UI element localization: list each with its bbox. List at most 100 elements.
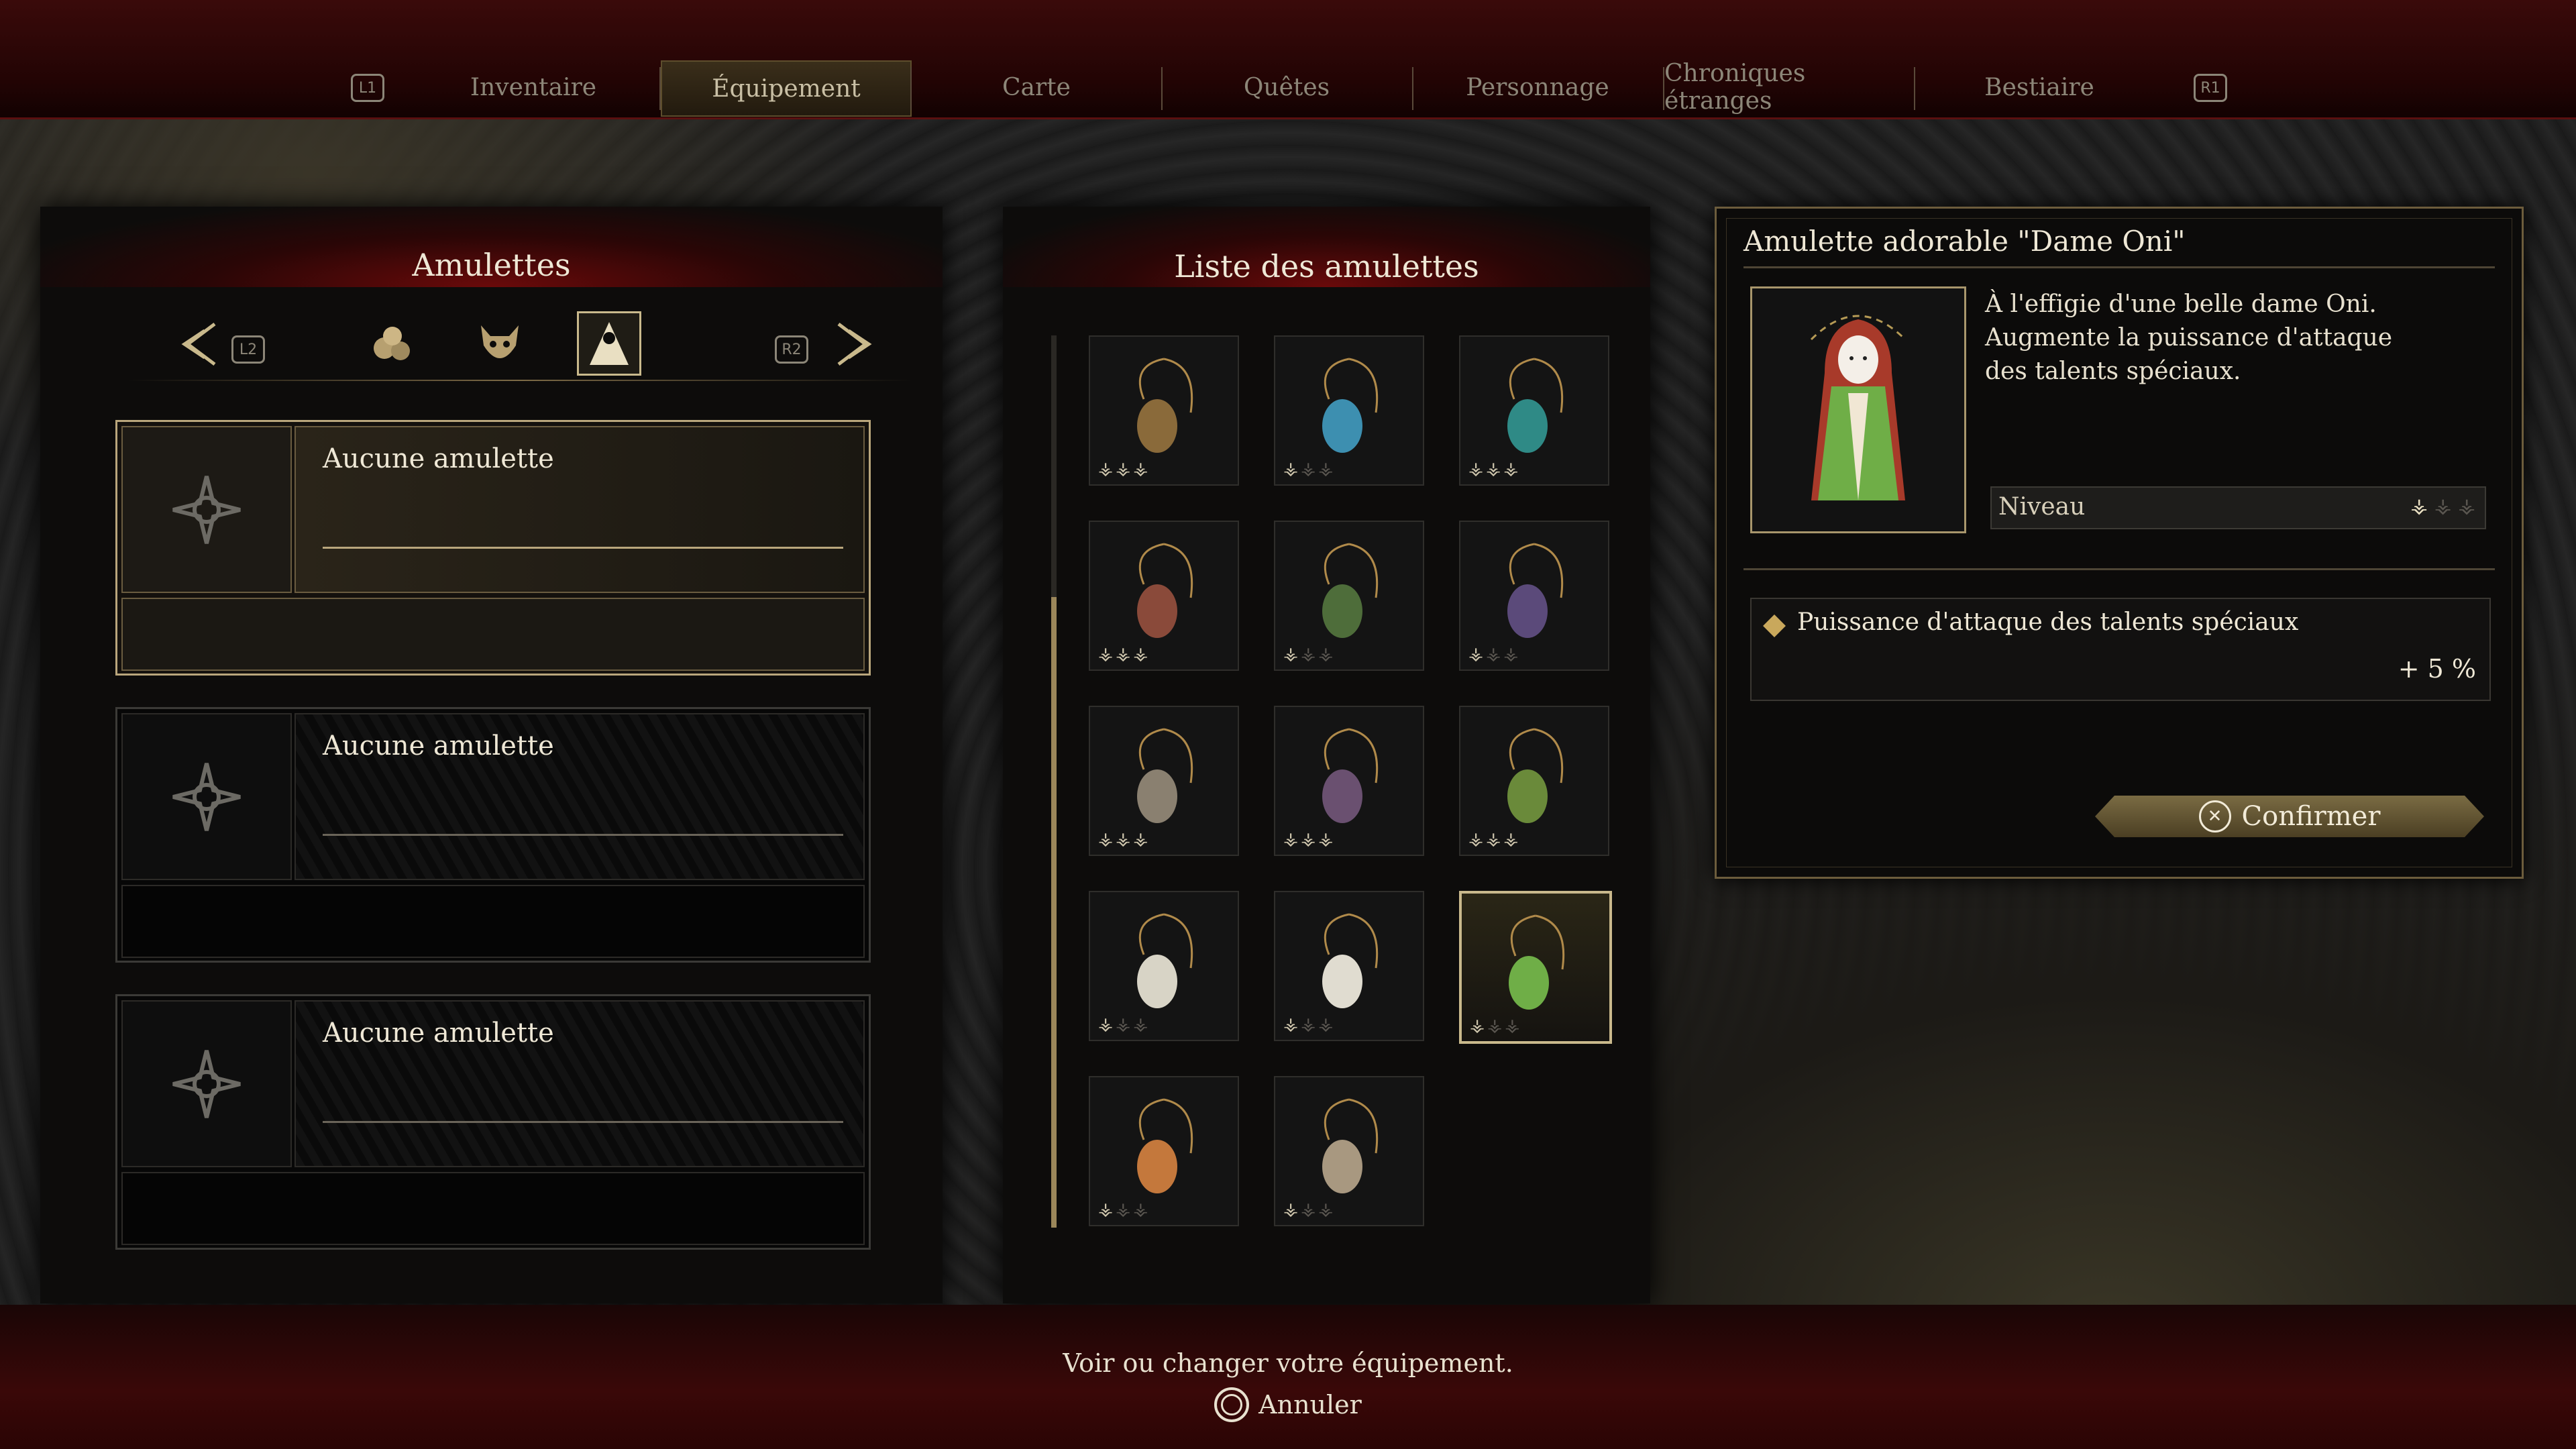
tab-quetes[interactable]: Quêtes bbox=[1163, 60, 1411, 114]
level-pip-icon: ⚶ bbox=[1486, 829, 1501, 849]
scrollbar-thumb[interactable] bbox=[1051, 597, 1057, 1228]
dame-oni-amulet-icon bbox=[1750, 286, 1966, 533]
confirm-label: Confirmer bbox=[2241, 801, 2381, 832]
level-pip-icon: ⚶ bbox=[1301, 459, 1316, 479]
stat-label: Puissance d'attaque des talents spéciaux bbox=[1797, 608, 2299, 636]
old-man-amulet-icon bbox=[1302, 1093, 1396, 1210]
amulet-item[interactable]: ⚶ ⚶ ⚶ bbox=[1089, 891, 1239, 1041]
amulet-item[interactable]: ⚶ ⚶ ⚶ bbox=[1274, 1076, 1424, 1226]
category-divider bbox=[127, 380, 912, 381]
tab-chroniques-etranges[interactable]: Chroniques étranges bbox=[1664, 60, 1913, 115]
item-level-indicator: ⚶ ⚶ ⚶ bbox=[1098, 459, 1148, 479]
left-arrow-ornament-icon[interactable] bbox=[168, 314, 228, 374]
right-arrow-ornament-icon[interactable] bbox=[825, 314, 885, 374]
amulet-item[interactable]: ⚶ ⚶ ⚶ bbox=[1274, 521, 1424, 671]
item-level-indicator: ⚶ ⚶ ⚶ bbox=[1470, 1016, 1519, 1036]
r1-button-hint[interactable]: R1 bbox=[2194, 74, 2227, 102]
blue-crystal-amulet-icon bbox=[1302, 352, 1396, 469]
l1-button-hint[interactable]: L1 bbox=[351, 74, 384, 102]
amulet-slot-1[interactable]: Aucune amulette bbox=[115, 420, 871, 676]
level-pip-icon: ⚶ bbox=[1505, 1016, 1520, 1036]
amulet-slot-2[interactable]: Aucune amulette bbox=[115, 707, 871, 963]
tab-divider bbox=[910, 67, 912, 110]
item-level-indicator: ⚶ ⚶ ⚶ bbox=[1098, 829, 1148, 849]
amulet-item[interactable]: ⚶ ⚶ ⚶ bbox=[1459, 521, 1609, 671]
slot-effect-bar bbox=[121, 885, 865, 958]
cross-button-icon: ✕ bbox=[2198, 800, 2231, 833]
level-pip-icon: ⚶ bbox=[1301, 1199, 1316, 1220]
swirl-emblem-amulet-icon bbox=[1487, 722, 1581, 839]
purple-fur-tassel-amulet-icon bbox=[1487, 537, 1581, 654]
slot-effect-bar bbox=[121, 1172, 865, 1245]
empty-slot-icon bbox=[121, 426, 292, 593]
level-pip-icon: ⚶ bbox=[1116, 1014, 1131, 1034]
empty-slot-icon bbox=[121, 713, 292, 880]
level-pip-icon: ⚶ bbox=[1133, 459, 1148, 479]
level-pip-icon: ⚶ bbox=[1487, 1016, 1503, 1036]
tab-inventaire[interactable]: Inventaire bbox=[409, 60, 657, 114]
panel-title: Liste des amulettes bbox=[1174, 248, 1479, 284]
amulet-slot-3[interactable]: Aucune amulette bbox=[115, 994, 871, 1250]
item-level-indicator: ⚶ ⚶ ⚶ bbox=[1098, 1014, 1148, 1034]
amulet-item[interactable]: ⚶ ⚶ ⚶ bbox=[1274, 335, 1424, 486]
santa-doll-amulet-icon bbox=[1302, 908, 1396, 1024]
level-pip-icon: ⚶ bbox=[1283, 829, 1299, 849]
amulet-item[interactable]: ⚶ ⚶ ⚶ bbox=[1089, 706, 1239, 856]
r2-button-hint[interactable]: R2 bbox=[775, 335, 808, 364]
level-pip-icon: ⚶ bbox=[2410, 494, 2428, 518]
tab-bestiaire[interactable]: Bestiaire bbox=[1915, 60, 2163, 114]
l2-button-hint[interactable]: L2 bbox=[231, 335, 265, 364]
level-pip-icon: ⚶ bbox=[1301, 644, 1316, 664]
amulet-item[interactable]: ⚶ ⚶ ⚶ bbox=[1459, 891, 1612, 1044]
tab-personnage[interactable]: Personnage bbox=[1413, 60, 1662, 114]
tab-carte[interactable]: Carte bbox=[912, 60, 1161, 114]
stat-value: + 5 % bbox=[2398, 654, 2476, 684]
level-row: Niveau ⚶ ⚶ ⚶ bbox=[1990, 486, 2486, 529]
item-level-indicator: ⚶ ⚶ ⚶ bbox=[1468, 644, 1518, 664]
amulet-detail-panel: Amulette adorable "Dame Oni" À l'effigie… bbox=[1715, 207, 2524, 879]
category-selector: L2 R2 bbox=[127, 307, 912, 381]
slot-label: Aucune amulette bbox=[323, 731, 554, 761]
detail-title: Amulette adorable "Dame Oni" bbox=[1743, 225, 2186, 258]
detail-divider bbox=[1743, 568, 2495, 570]
level-indicator: ⚶ ⚶ ⚶ bbox=[2411, 494, 2476, 518]
level-pip-icon: ⚶ bbox=[1116, 1199, 1131, 1220]
level-pip-icon: ⚶ bbox=[1470, 1016, 1485, 1036]
cancel-action[interactable]: Annuler bbox=[0, 1387, 2576, 1422]
circle-button-icon bbox=[1214, 1387, 1250, 1422]
item-level-indicator: ⚶ ⚶ ⚶ bbox=[1283, 459, 1333, 479]
bone-charm-amulet-icon bbox=[1117, 722, 1211, 839]
amulet-item[interactable]: ⚶ ⚶ ⚶ bbox=[1274, 891, 1424, 1041]
level-pip-icon: ⚶ bbox=[1301, 1014, 1316, 1034]
level-pip-icon: ⚶ bbox=[1283, 459, 1299, 479]
slot-label: Aucune amulette bbox=[323, 1018, 554, 1049]
amulet-item[interactable]: ⚶ ⚶ ⚶ bbox=[1459, 706, 1609, 856]
confirm-button[interactable]: ✕ Confirmer bbox=[2095, 796, 2484, 837]
level-pip-icon: ⚶ bbox=[1283, 1199, 1299, 1220]
level-label: Niveau bbox=[1998, 493, 2086, 521]
item-level-indicator: ⚶ ⚶ ⚶ bbox=[1283, 1014, 1333, 1034]
level-pip-icon: ⚶ bbox=[1133, 1014, 1148, 1034]
green-fur-tassel-amulet-icon bbox=[1302, 537, 1396, 654]
level-pip-icon: ⚶ bbox=[1318, 1199, 1334, 1220]
slot-body: Aucune amulette bbox=[294, 713, 865, 880]
slot-underline bbox=[323, 1121, 843, 1123]
fruit-cluster-icon[interactable] bbox=[362, 314, 423, 374]
item-level-indicator: ⚶ ⚶ ⚶ bbox=[1468, 459, 1518, 479]
amulet-item[interactable]: ⚶ ⚶ ⚶ bbox=[1089, 1076, 1239, 1226]
teal-orb-amulet-icon bbox=[1487, 352, 1581, 469]
amulet-item[interactable]: ⚶ ⚶ ⚶ bbox=[1089, 335, 1239, 486]
slot-effect-bar bbox=[121, 598, 865, 671]
footer-hint: Voir ou changer votre équipement. bbox=[1063, 1348, 1513, 1378]
level-pip-icon: ⚶ bbox=[1098, 1199, 1114, 1220]
level-pip-icon: ⚶ bbox=[1503, 644, 1519, 664]
amulet-item[interactable]: ⚶ ⚶ ⚶ bbox=[1274, 706, 1424, 856]
slot-body: Aucune amulette bbox=[294, 1000, 865, 1167]
dame-oni-icon[interactable] bbox=[577, 311, 641, 376]
amulet-item[interactable]: ⚶ ⚶ ⚶ bbox=[1459, 335, 1609, 486]
level-pip-icon: ⚶ bbox=[1468, 829, 1484, 849]
tab-equipement[interactable]: Équipement bbox=[661, 60, 912, 117]
amulet-item[interactable]: ⚶ ⚶ ⚶ bbox=[1089, 521, 1239, 671]
list-scrollbar[interactable] bbox=[1051, 335, 1057, 1228]
oni-mask-icon[interactable] bbox=[470, 314, 530, 374]
